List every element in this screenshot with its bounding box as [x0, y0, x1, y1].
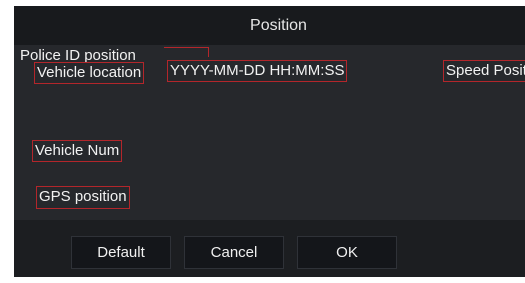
dialog-title: Position: [250, 16, 307, 34]
position-dialog: Position Police ID position Vehicle loca…: [14, 6, 525, 277]
default-button[interactable]: Default: [71, 236, 171, 269]
datetime-overlay[interactable]: YYYY-MM-DD HH:MM:SS: [167, 60, 348, 82]
ok-button-label: OK: [336, 244, 358, 261]
police-id-position-outline: [164, 47, 209, 57]
gps-position-overlay[interactable]: GPS position: [36, 186, 130, 209]
vehicle-num-overlay[interactable]: Vehicle Num: [32, 140, 123, 162]
cancel-button-label: Cancel: [210, 244, 258, 261]
dialog-title-bar: Position: [14, 6, 525, 45]
osd-preview-area: Police ID position Vehicle location YYYY…: [14, 45, 525, 220]
dialog-footer: Default Cancel OK: [14, 220, 525, 277]
ok-button[interactable]: OK: [297, 236, 397, 269]
vehicle-location-overlay[interactable]: Vehicle location: [34, 62, 145, 84]
cancel-button[interactable]: Cancel: [184, 236, 284, 269]
default-button-label: Default: [97, 244, 145, 261]
speed-position-label: Speed Position: [446, 62, 525, 79]
vehicle-num-label: Vehicle Num: [35, 142, 120, 159]
speed-position-overlay[interactable]: Speed Position: [443, 60, 525, 82]
datetime-label: YYYY-MM-DD HH:MM:SS: [170, 62, 345, 79]
gps-position-label: GPS position: [39, 188, 127, 205]
vehicle-location-label: Vehicle location: [37, 64, 142, 81]
